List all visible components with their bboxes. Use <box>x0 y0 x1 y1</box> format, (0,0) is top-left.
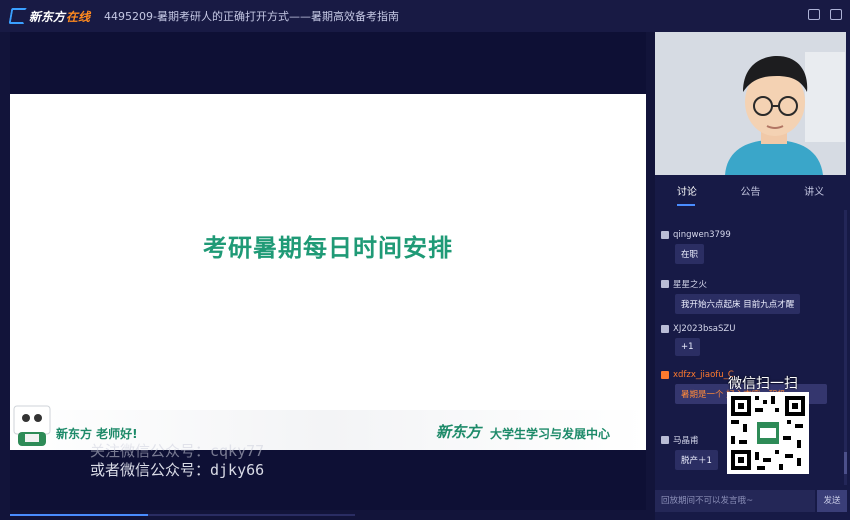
slide: 考研暑期每日时间安排 新东方 老师好! 新东方 大学生学习与发展中心 <box>10 94 646 450</box>
window-controls <box>808 9 842 20</box>
user-avatar-icon <box>661 371 669 379</box>
chat-bubble: 我开始六点起床 目前九点才醒 <box>675 294 801 314</box>
chat-username: xdfzx_jiaofu_C <box>673 370 734 380</box>
chat-username: 星星之火 <box>673 280 708 290</box>
chat-bubble: 脱产＋1 <box>675 450 718 470</box>
user-avatar-icon <box>661 231 669 239</box>
playback-progress[interactable] <box>10 514 355 516</box>
footer-brand-subtitle: 大学生学习与发展中心 <box>490 427 611 441</box>
title-bar: 新东方 在线 4495209-暑期考研人的正确打开方式——暑期高效备考指南 <box>0 0 850 32</box>
window-title: 4495209-暑期考研人的正确打开方式——暑期高效备考指南 <box>104 10 399 23</box>
logo-mark-icon <box>8 8 28 24</box>
chat-username: XJ2023bsaSZU <box>673 324 736 334</box>
chat-message: qingwen3799 在职 <box>661 230 731 264</box>
user-avatar-icon <box>661 280 669 288</box>
chat-message: 星星之火 我开始六点起床 目前九点才醒 <box>661 278 801 314</box>
slide-title: 考研暑期每日时间安排 <box>203 234 453 262</box>
chat-message: XJ2023bsaSZU +1 <box>661 324 735 356</box>
chat-input[interactable]: 回放期间不可以发言哦~ <box>655 490 815 512</box>
logo-text: 新东方 <box>29 9 66 24</box>
chat-message: 马晶甫 脱产＋1 <box>661 434 718 470</box>
tab-handout[interactable]: 讲义 <box>782 180 846 208</box>
chat-scrollbar-thumb[interactable] <box>844 452 847 474</box>
playback-progress-fill <box>10 514 148 516</box>
chat-username: qingwen3799 <box>673 230 731 240</box>
chat-scrollbar[interactable] <box>844 210 847 485</box>
qr-title: 微信扫一扫 <box>728 376 798 392</box>
maximize-icon[interactable] <box>830 9 842 20</box>
screen-record-icon[interactable] <box>808 9 820 20</box>
chat-bubble: +1 <box>675 338 700 356</box>
overlay-line-1: 关注微信公众号：cqky77 <box>90 442 265 460</box>
active-tab-indicator <box>677 204 695 206</box>
teacher-camera <box>655 32 846 175</box>
logo-online-text: 在线 <box>66 9 91 24</box>
qr-code-icon[interactable] <box>727 392 809 474</box>
tab-announcement[interactable]: 公告 <box>719 180 783 208</box>
user-avatar-icon <box>661 325 669 333</box>
chat-username: 马晶甫 <box>673 436 699 446</box>
app-logo: 新东方 在线 <box>8 8 91 25</box>
user-avatar-icon <box>661 436 669 444</box>
chat-bubble: 在职 <box>675 244 705 264</box>
footer-brand-logo: 新东方 <box>436 423 482 441</box>
send-button[interactable]: 发送 <box>817 490 847 512</box>
overlay-line-2: 或者微信公众号：djky66 <box>90 461 265 479</box>
teacher-video-icon <box>655 32 846 175</box>
mascot-icon <box>13 405 51 446</box>
